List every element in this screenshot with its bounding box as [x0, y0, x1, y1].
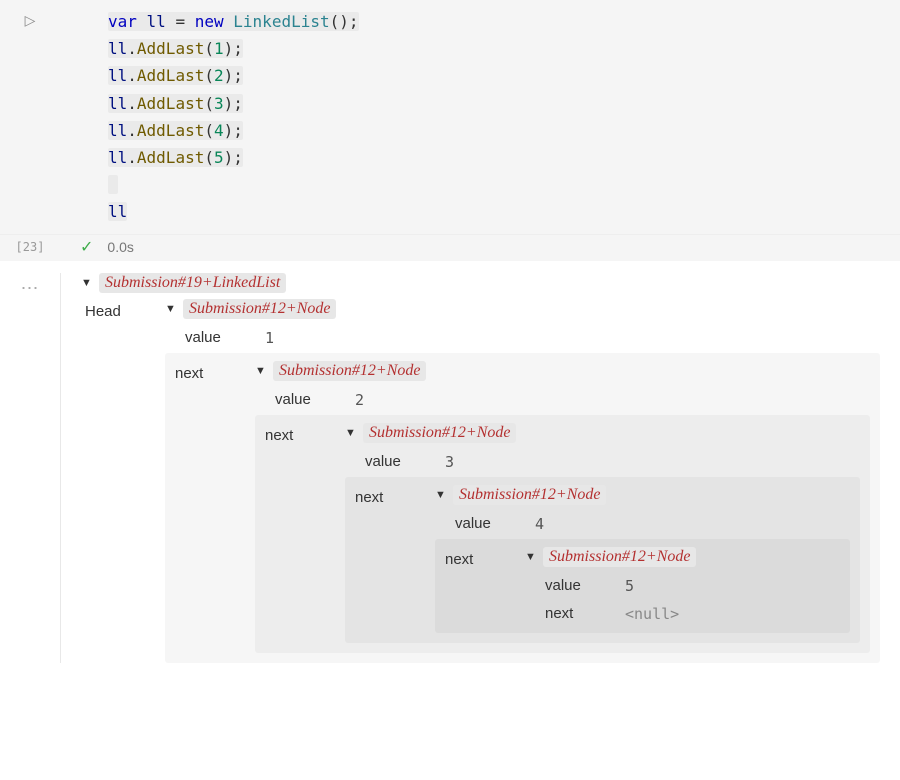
- field-value: value: [545, 573, 605, 594]
- code-cell: ▷ var ll = new LinkedList(); ll.AddLast(…: [0, 0, 900, 235]
- value-5: 5: [625, 573, 634, 595]
- value-4: 4: [535, 511, 544, 533]
- output-actions[interactable]: ⋯: [0, 273, 60, 663]
- field-value: value: [455, 511, 515, 532]
- chevron-down-icon[interactable]: ▼: [435, 489, 447, 501]
- value-3: 3: [445, 449, 454, 471]
- node-5[interactable]: ▼ Submission#12+Node: [525, 547, 840, 567]
- chevron-down-icon[interactable]: ▼: [255, 365, 267, 377]
- nested-block: next ▼ Submission#12+Node value: [255, 415, 870, 653]
- field-value: value: [185, 325, 245, 346]
- nested-block: next ▼ Submission#12+Node value 2: [165, 353, 880, 663]
- value-2: 2: [355, 387, 364, 409]
- field-next: next: [265, 423, 325, 444]
- execution-count: [23]: [0, 240, 60, 254]
- chevron-down-icon[interactable]: ▼: [81, 277, 93, 289]
- field-value: value: [275, 387, 335, 408]
- value-1: 1: [265, 325, 274, 347]
- null-value: <null>: [625, 601, 679, 623]
- check-icon: ✓: [80, 237, 93, 257]
- node-1[interactable]: ▼ Submission#12+Node: [165, 299, 880, 319]
- type-badge: Submission#12+Node: [183, 299, 336, 319]
- type-badge: Submission#12+Node: [363, 423, 516, 443]
- field-value: value: [365, 449, 425, 470]
- execution-time: 0.0s: [107, 239, 133, 255]
- chevron-down-icon[interactable]: ▼: [165, 303, 177, 315]
- node-3[interactable]: ▼ Submission#12+Node: [345, 423, 860, 443]
- code-editor[interactable]: var ll = new LinkedList(); ll.AddLast(1)…: [60, 8, 900, 226]
- field-next: next: [355, 485, 415, 506]
- object-root[interactable]: ▼ Submission#19+LinkedList: [81, 273, 880, 293]
- nested-block: next ▼ Submission#12+Node: [435, 539, 850, 633]
- type-badge: Submission#19+LinkedList: [99, 273, 286, 293]
- node-4[interactable]: ▼ Submission#12+Node: [435, 485, 850, 505]
- field-next: next: [445, 547, 505, 568]
- status-body: ✓ 0.0s: [60, 237, 900, 257]
- status-row: [23] ✓ 0.0s: [0, 235, 900, 261]
- output-body: ▼ Submission#19+LinkedList Head ▼ Submis…: [60, 273, 900, 663]
- code-content: var ll = new LinkedList(); ll.AddLast(1)…: [108, 8, 880, 226]
- type-badge: Submission#12+Node: [453, 485, 606, 505]
- type-badge: Submission#12+Node: [273, 361, 426, 381]
- field-next: next: [175, 361, 235, 382]
- chevron-down-icon[interactable]: ▼: [525, 551, 537, 563]
- output-row: ⋯ ▼ Submission#19+LinkedList Head ▼ Subm…: [0, 261, 900, 683]
- node-2[interactable]: ▼ Submission#12+Node: [255, 361, 870, 381]
- nested-block: next ▼ Submission#12+Node: [345, 477, 860, 643]
- field-next: next: [545, 601, 605, 622]
- cell-gutter: ▷: [0, 8, 60, 226]
- chevron-down-icon[interactable]: ▼: [345, 427, 357, 439]
- run-icon[interactable]: ▷: [25, 12, 36, 29]
- field-head: Head: [85, 299, 145, 320]
- type-badge: Submission#12+Node: [543, 547, 696, 567]
